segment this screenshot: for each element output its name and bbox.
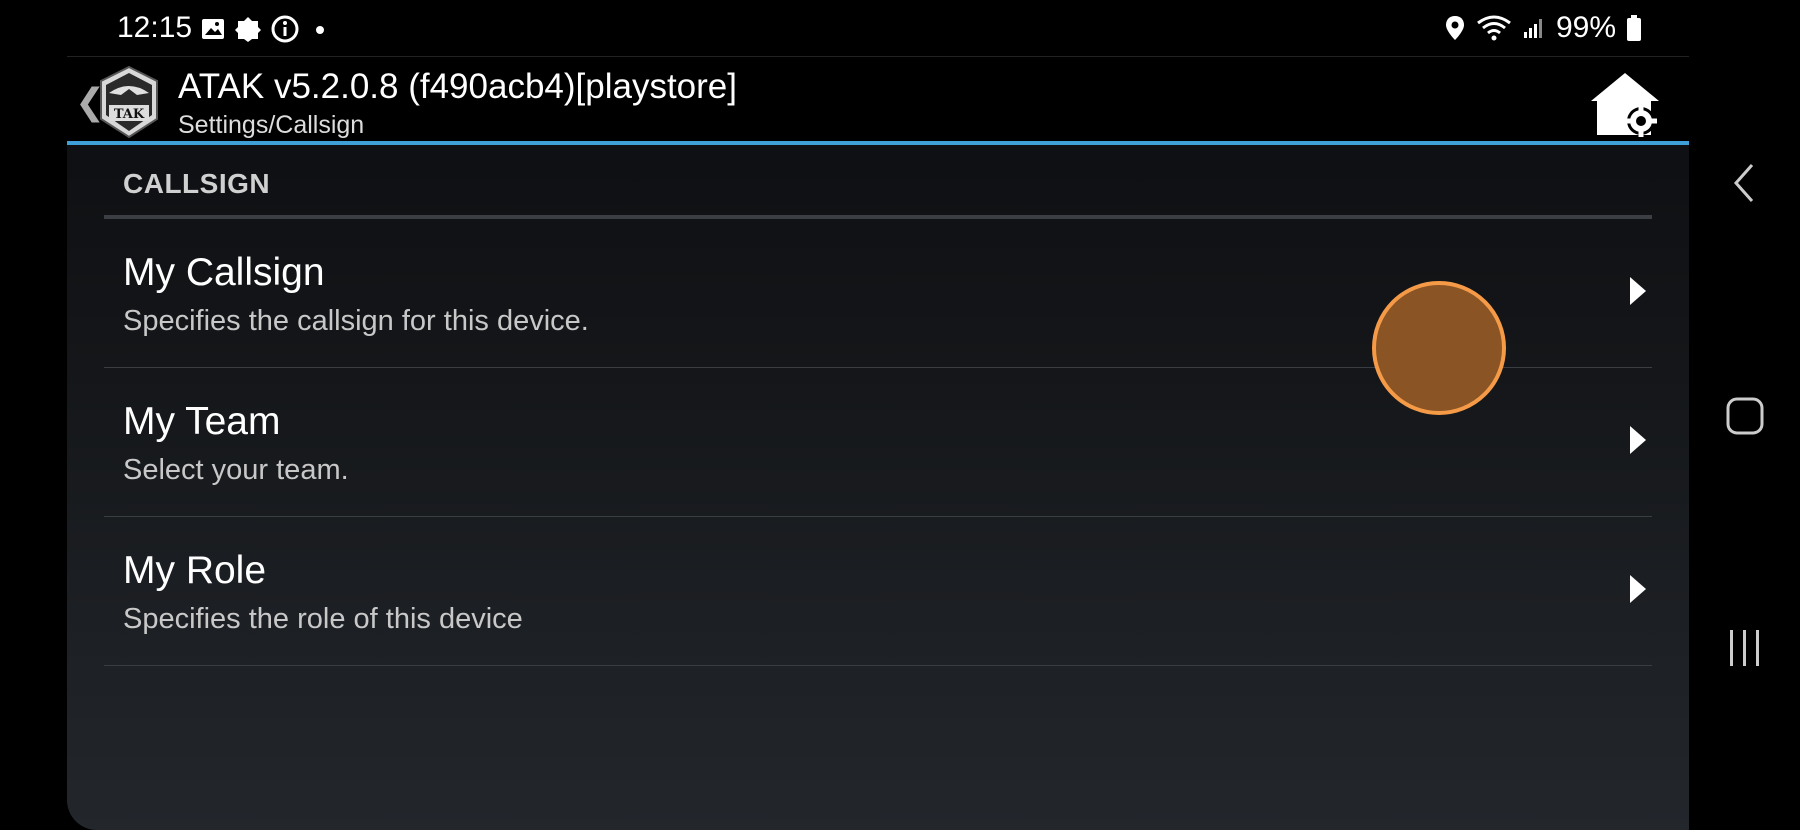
wifi-icon [1477,15,1511,41]
section-header-callsign: CALLSIGN [123,168,271,199]
pref-title: My Role [123,549,267,592]
pref-summary: Specifies the role of this device [123,603,523,635]
chevron-right-icon [1630,426,1646,454]
recents-icon [1730,630,1759,666]
back-icon [1733,164,1754,202]
battery-percent: 99% [1555,11,1616,44]
signal-icon [1523,19,1542,38]
logo-text: TAK [114,107,145,122]
pref-title: My Callsign [123,251,325,294]
status-time: 12:15 [117,11,193,44]
nav-home-button[interactable] [1700,381,1790,451]
home-settings-icon[interactable] [1589,71,1661,139]
dot-icon [316,26,324,34]
app-bar: ❮ TAK ATAK v5.2.0.8 (f490acb4)[playstore… [67,56,1689,145]
pref-my-role[interactable]: My Role Specifies the role of this devic… [104,517,1652,666]
chevron-right-icon [1630,277,1646,305]
status-right: 99% [1444,11,1642,45]
status-bar: 12:15 99% [0,0,1800,56]
status-left-icons [200,14,330,44]
chevron-right-icon [1630,575,1646,603]
image-icon [202,19,224,39]
breadcrumb: Settings/Callsign [178,111,365,139]
touch-indicator [1372,281,1506,415]
app-window: ❮ TAK ATAK v5.2.0.8 (f490acb4)[playstore… [67,56,1689,830]
notification-icon [235,17,261,42]
app-title: ATAK v5.2.0.8 (f490acb4)[playstore] [178,67,737,106]
pref-summary: Select your team. [123,454,349,486]
tak-logo[interactable]: TAK [97,65,161,139]
location-icon [1445,16,1464,40]
app-bar-accent-line [67,141,1689,145]
home-icon [1726,397,1764,435]
nav-back-button[interactable] [1700,148,1790,218]
nav-recents-button[interactable] [1700,613,1790,683]
info-icon [271,15,299,43]
battery-icon [1627,15,1641,41]
pref-summary: Specifies the callsign for this device. [123,305,589,337]
pref-title: My Team [123,400,281,443]
